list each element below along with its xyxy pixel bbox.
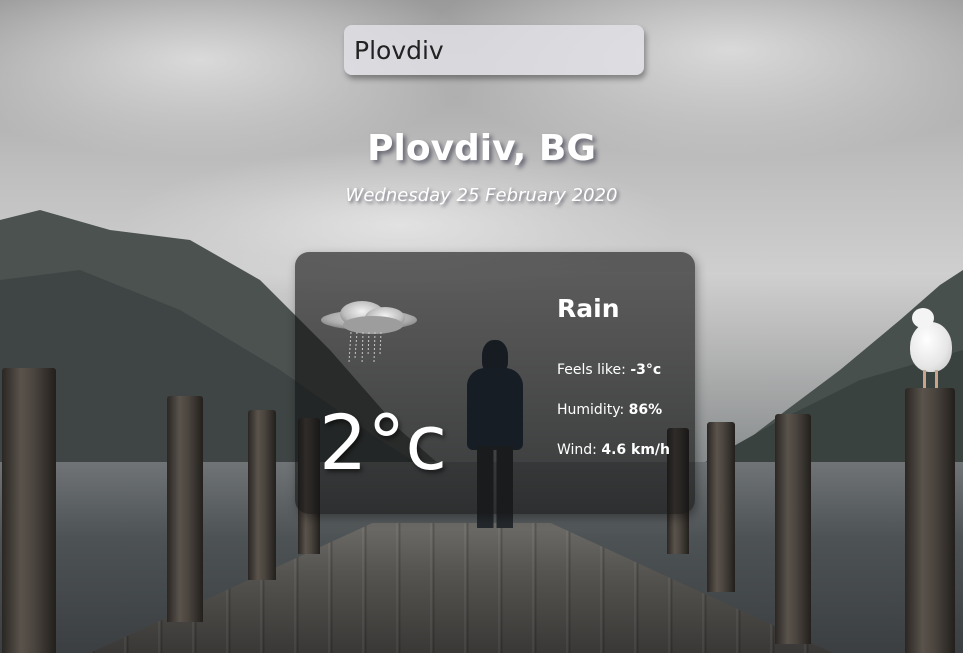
pier-post — [167, 396, 203, 622]
pier-post — [775, 414, 811, 644]
weather-condition: Rain — [557, 294, 620, 323]
location-title: Plovdiv, BG — [367, 128, 596, 169]
humidity-value: 86% — [628, 402, 663, 418]
date-label: Wednesday 25 February 2020 — [345, 185, 618, 206]
weather-app: Plovdiv, BG Wednesday 25 February 2020 — [0, 0, 963, 653]
pier-post — [248, 410, 276, 580]
temperature-value: 2°c — [319, 398, 448, 487]
seagull — [907, 308, 953, 388]
seagull-body — [910, 322, 952, 372]
seagull-head — [912, 308, 934, 328]
search-input[interactable] — [344, 25, 644, 75]
pier-post — [707, 422, 735, 592]
wind-value: 4.6 km/h — [601, 442, 671, 458]
rain-cloud-icon — [321, 301, 417, 365]
humidity-row: Humidity: 86% — [557, 402, 662, 418]
seagull-leg — [923, 370, 926, 388]
wind-label: Wind: — [557, 442, 597, 458]
weather-card: 2°c Rain Feels like: -3°c Humidity: 86% … — [295, 252, 695, 514]
wind-row: Wind: 4.6 km/h — [557, 442, 670, 458]
seagull-leg — [935, 370, 938, 388]
pier-post — [905, 388, 955, 653]
humidity-label: Humidity: — [557, 402, 625, 418]
feels-like-row: Feels like: -3°c — [557, 362, 661, 378]
pier-post — [2, 368, 56, 653]
feels-like-value: -3°c — [630, 362, 662, 378]
feels-like-label: Feels like: — [557, 362, 626, 378]
